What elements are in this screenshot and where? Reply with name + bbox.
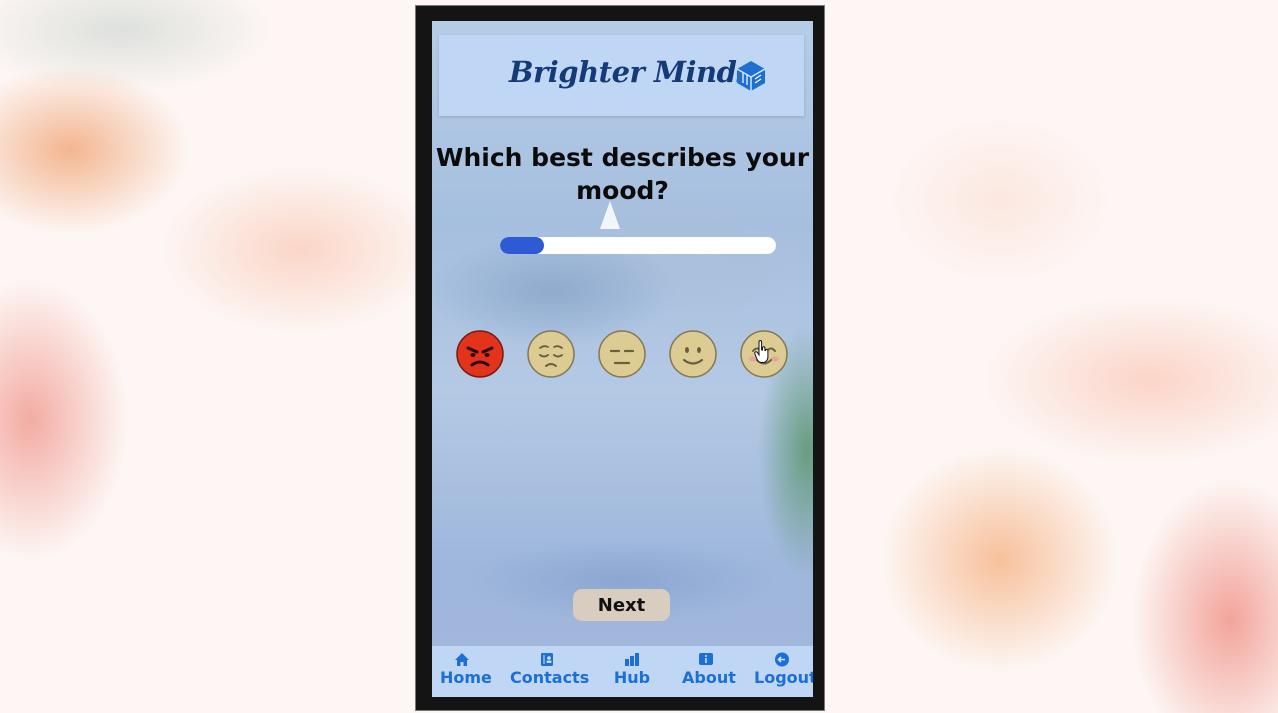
nav-logout[interactable]: Logout	[754, 652, 813, 687]
question-title: Which best describes your mood?	[435, 143, 810, 205]
contacts-book-icon	[541, 653, 553, 666]
next-button[interactable]: Next	[573, 589, 670, 621]
nav-home[interactable]: Home	[440, 652, 492, 687]
nav-home-label: Home	[440, 668, 492, 687]
app-header: Brighter Minds	[439, 35, 804, 116]
smile-face-icon[interactable]	[669, 330, 717, 378]
app-title: Brighter Minds	[509, 55, 753, 89]
bottom-nav: Home Contacts Hub About Logout	[432, 646, 813, 697]
nav-hub[interactable]: Hub	[612, 652, 652, 687]
hub-chart-icon	[625, 653, 639, 666]
nav-about-label: About	[682, 668, 736, 687]
nav-about[interactable]: About	[682, 652, 736, 687]
logout-icon	[775, 652, 789, 667]
hand-pointer-cursor-icon	[754, 340, 769, 363]
nav-contacts-label: Contacts	[510, 668, 590, 687]
nav-contacts[interactable]: Contacts	[510, 652, 589, 687]
cube-logo-icon	[736, 61, 766, 91]
neutral-face-icon[interactable]	[598, 330, 646, 378]
nav-hub-label: Hub	[613, 668, 651, 687]
sad-face-icon[interactable]	[527, 330, 575, 378]
progress-bar	[500, 237, 776, 254]
angry-face-icon[interactable]	[456, 330, 504, 378]
nav-logout-label: Logout	[754, 668, 813, 687]
home-icon	[455, 653, 469, 666]
progress-fill	[500, 237, 545, 254]
mood-options	[456, 330, 796, 380]
info-icon	[699, 653, 713, 665]
